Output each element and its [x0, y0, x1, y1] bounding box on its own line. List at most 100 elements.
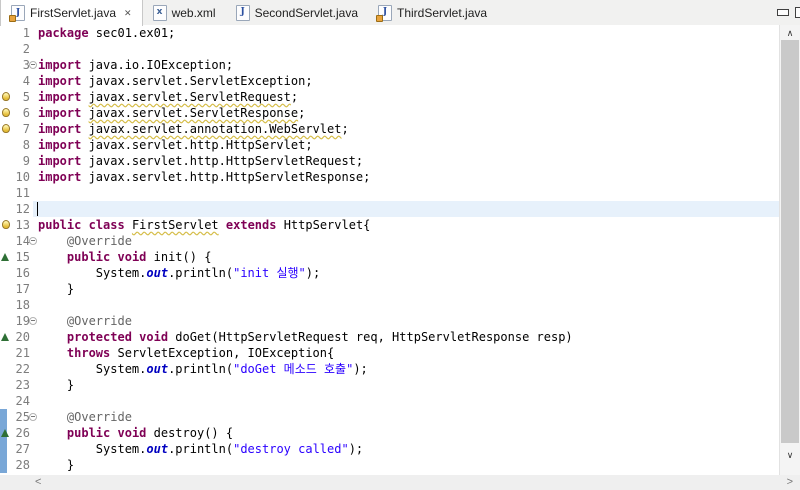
override-indicator-icon	[1, 253, 9, 261]
code-text: package sec01.ex01;	[38, 26, 176, 40]
code-line-14[interactable]: 14 @Override	[0, 233, 780, 249]
vertical-scrollbar[interactable]: ∧ ∨	[779, 25, 800, 475]
horizontal-scrollbar[interactable]: < >	[0, 475, 800, 490]
code-text: protected void doGet(HttpServletRequest …	[66, 330, 573, 344]
line-number: 9	[22, 154, 30, 168]
line-number: 8	[22, 138, 30, 152]
code-line-20[interactable]: 20 protected void doGet(HttpServletReque…	[0, 329, 780, 345]
code-line-22[interactable]: 22 System.out.println("doGet 메소드 호출");	[0, 361, 780, 377]
line-number: 18	[15, 298, 30, 312]
code-text: @Override	[66, 234, 132, 248]
line-number: 23	[15, 378, 30, 392]
code-text: import javax.servlet.http.HttpServletReq…	[38, 154, 364, 168]
tab-thirdservlet-java[interactable]: J ThirdServlet.java	[368, 0, 497, 25]
line-number: 20	[15, 330, 30, 344]
code-text: throws ServletException, IOException{	[66, 346, 335, 360]
code-line-15[interactable]: 15 public void init() {	[0, 249, 780, 265]
code-editor[interactable]: 1 package sec01.ex01; 2 3 import java.io.IOE…	[0, 25, 780, 475]
close-icon[interactable]: ✕	[124, 8, 132, 18]
file-icon-letter: J	[382, 7, 388, 17]
line-number: 15	[15, 250, 30, 264]
code-line-6[interactable]: 6 import javax.servlet.ServletResponse;	[0, 105, 780, 121]
code-line-18[interactable]: 18	[0, 297, 780, 313]
code-line-23[interactable]: 23 }	[0, 377, 780, 393]
code-text: import javax.servlet.ServletResponse;	[38, 106, 306, 120]
code-line-3[interactable]: 3 import java.io.IOException;	[0, 57, 780, 73]
line-number: 27	[15, 442, 30, 456]
code-line-19[interactable]: 19 @Override	[0, 313, 780, 329]
window-controls	[777, 0, 800, 25]
java-file-icon: J	[9, 5, 25, 22]
fold-marker-icon[interactable]	[29, 317, 37, 325]
scroll-up-icon[interactable]: ∧	[780, 26, 800, 40]
code-line-28[interactable]: 28 }	[0, 457, 780, 473]
code-line-11[interactable]: 11	[0, 185, 780, 201]
code-line-16[interactable]: 16 System.out.println("init 실행");	[0, 265, 780, 281]
code-line-27[interactable]: 27 System.out.println("destroy called");	[0, 441, 780, 457]
line-number: 3	[22, 58, 30, 72]
code-line-12[interactable]: 12	[0, 201, 780, 217]
warning-icon[interactable]	[2, 108, 10, 117]
warning-decorator-icon	[376, 14, 383, 22]
tab-secondservlet-java[interactable]: J SecondServlet.java	[226, 0, 368, 25]
code-line-2[interactable]: 2	[0, 41, 780, 57]
code-line-25[interactable]: 25 @Override	[0, 409, 780, 425]
code-line-17[interactable]: 17 }	[0, 281, 780, 297]
code-area: 1 package sec01.ex01; 2 3 import java.io.IOE…	[0, 25, 780, 473]
fold-marker-icon[interactable]	[29, 413, 37, 421]
code-line-1[interactable]: 1 package sec01.ex01;	[0, 25, 780, 41]
code-text: import javax.servlet.annotation.WebServl…	[38, 122, 349, 136]
scroll-right-icon[interactable]: >	[787, 475, 793, 490]
line-number: 16	[15, 266, 30, 280]
java-file-icon: J	[235, 4, 250, 21]
line-number: 14	[15, 234, 30, 248]
code-line-21[interactable]: 21 throws ServletException, IOException{	[0, 345, 780, 361]
tab-bar: J FirstServlet.java ✕ x web.xml J SecondServle…	[0, 0, 800, 26]
warning-icon[interactable]	[2, 220, 10, 229]
line-number: 17	[15, 282, 30, 296]
minimize-button[interactable]	[777, 9, 789, 16]
code-line-4[interactable]: 4 import javax.servlet.ServletException;	[0, 73, 780, 89]
eclipse-editor-window: J FirstServlet.java ✕ x web.xml J SecondServle…	[0, 0, 800, 490]
line-number: 19	[15, 314, 30, 328]
tab-firstservlet-java[interactable]: J FirstServlet.java ✕	[0, 0, 143, 26]
code-line-10[interactable]: 10 import javax.servlet.http.HttpServletR…	[0, 169, 780, 185]
code-text: public class FirstServlet extends HttpSe…	[38, 218, 371, 232]
tab-label: SecondServlet.java	[254, 5, 358, 20]
line-number: 10	[15, 170, 30, 184]
file-icon-letter: J	[15, 7, 21, 18]
fold-marker-icon[interactable]	[29, 237, 37, 245]
code-line-24[interactable]: 24	[0, 393, 780, 409]
tab-web-xml[interactable]: x web.xml	[143, 0, 226, 25]
override-indicator-icon	[1, 429, 9, 437]
code-text: System.out.println("destroy called");	[38, 442, 364, 456]
line-number: 21	[15, 346, 30, 360]
code-text: System.out.println("init 실행");	[38, 266, 321, 280]
code-line-8[interactable]: 8 import javax.servlet.http.HttpServlet;	[0, 137, 780, 153]
code-line-9[interactable]: 9 import javax.servlet.http.HttpServletRe…	[0, 153, 780, 169]
scroll-left-icon[interactable]: <	[35, 475, 41, 490]
tab-strip: J FirstServlet.java ✕ x web.xml J SecondServle…	[0, 0, 800, 26]
code-text: public void destroy() {	[66, 426, 234, 440]
scroll-down-icon[interactable]: ∨	[780, 448, 800, 462]
code-line-26[interactable]: 26 public void destroy() {	[0, 425, 780, 441]
vertical-scrollbar-thumb[interactable]	[781, 40, 799, 443]
line-number: 1	[22, 26, 30, 40]
maximize-button[interactable]	[795, 7, 800, 18]
warning-icon[interactable]	[2, 124, 10, 133]
line-number: 28	[15, 458, 30, 472]
line-number: 24	[15, 394, 30, 408]
code-text: import javax.servlet.ServletException;	[38, 74, 313, 88]
java-file-icon: J	[376, 4, 392, 22]
warning-decorator-icon	[9, 15, 16, 22]
tab-label: FirstServlet.java	[30, 6, 117, 20]
xml-file-icon: x	[152, 4, 167, 21]
text-caret	[37, 202, 38, 216]
code-line-5[interactable]: 5 import javax.servlet.ServletRequest;	[0, 89, 780, 105]
code-line-13[interactable]: 13 public class FirstServlet extends Http…	[0, 217, 780, 233]
code-line-7[interactable]: 7 import javax.servlet.annotation.WebServ…	[0, 121, 780, 137]
warning-icon[interactable]	[2, 92, 10, 101]
override-indicator-icon	[1, 333, 9, 341]
line-number: 22	[15, 362, 30, 376]
fold-marker-icon[interactable]	[29, 61, 37, 69]
